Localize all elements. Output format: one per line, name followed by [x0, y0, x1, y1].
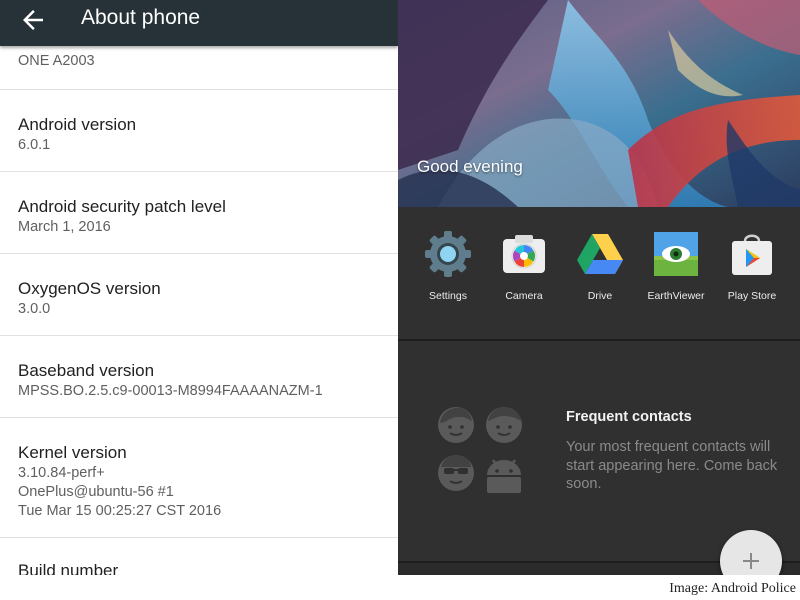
app-label: Camera [505, 290, 543, 302]
row-value-line: Tue Mar 15 00:25:27 CST 2016 [18, 503, 222, 519]
app-label: Play Store [727, 290, 777, 302]
about-phone-screen: About phone ONE A2003 Android version 6.… [0, 0, 398, 575]
launcher-screen: Good evening Settings Camera Drive Earth… [398, 0, 800, 575]
settings-row-baseband-version[interactable]: Baseband version MPSS.BO.2.5.c9-00013-M8… [0, 336, 398, 418]
page-title: About phone [81, 6, 201, 29]
row-value-line: OnePlus@ubuntu-56 #1 [18, 484, 174, 500]
row-value-line: 3.10.84-perf+ [18, 465, 105, 481]
app-bar: About phone [0, 0, 398, 46]
row-title: Android version [18, 115, 137, 134]
row-value: March 1, 2016 [18, 219, 111, 235]
frequent-contacts-title: Frequent contacts [566, 409, 692, 425]
settings-gear-icon [425, 231, 471, 277]
app-play-store[interactable]: Play Store [714, 229, 790, 302]
app-drive[interactable]: Drive [562, 229, 638, 302]
model-value: ONE A2003 [18, 53, 95, 69]
settings-row-model[interactable]: ONE A2003 [0, 46, 398, 90]
row-title: Baseband version [18, 361, 155, 380]
play-store-icon [732, 234, 772, 275]
frequent-contacts-description: Your most frequent contacts will start a… [566, 439, 778, 492]
plus-icon [743, 553, 759, 569]
google-drive-icon [577, 234, 623, 274]
settings-row-security-patch[interactable]: Android security patch level March 1, 20… [0, 172, 398, 254]
camera-icon [503, 235, 545, 273]
row-value: MPSS.BO.2.5.c9-00013-M8994FAAAANAZM-1 [18, 383, 323, 399]
settings-row-android-version[interactable]: Android version 6.0.1 [0, 90, 398, 172]
app-earthviewer[interactable]: EarthViewer [638, 229, 714, 302]
app-camera[interactable]: Camera [486, 229, 562, 302]
settings-row-kernel-version[interactable]: Kernel version 3.10.84-perf+ OnePlus@ubu… [0, 418, 398, 538]
app-label: EarthViewer [647, 290, 705, 302]
contacts-placeholder-faces-icon [438, 407, 522, 493]
row-title: Kernel version [18, 443, 127, 462]
settings-list: ONE A2003 Android version 6.0.1 Android … [0, 46, 398, 575]
settings-row-build-number[interactable]: Build number [0, 538, 398, 575]
settings-row-oxygenos-version[interactable]: OxygenOS version 3.0.0 [0, 254, 398, 336]
earthviewer-eye-icon [654, 232, 698, 276]
row-value: 3.0.0 [18, 301, 51, 317]
row-title: Android security patch level [18, 197, 226, 216]
add-fab-button[interactable] [720, 530, 782, 575]
app-label: Drive [587, 290, 613, 302]
app-label: Settings [429, 290, 467, 302]
row-title: OxygenOS version [18, 279, 161, 298]
image-credit: Image: Android Police [669, 581, 796, 596]
greeting-text: Good evening [417, 157, 523, 176]
row-value: 6.0.1 [18, 137, 51, 153]
frequent-contacts-card: Frequent contacts Your most frequent con… [398, 341, 800, 561]
arrow-back-icon[interactable] [18, 5, 48, 35]
app-shortcuts: Settings Camera Drive EarthViewer Play S… [398, 207, 800, 339]
app-settings[interactable]: Settings [410, 229, 486, 302]
row-title: Build number [18, 561, 119, 575]
